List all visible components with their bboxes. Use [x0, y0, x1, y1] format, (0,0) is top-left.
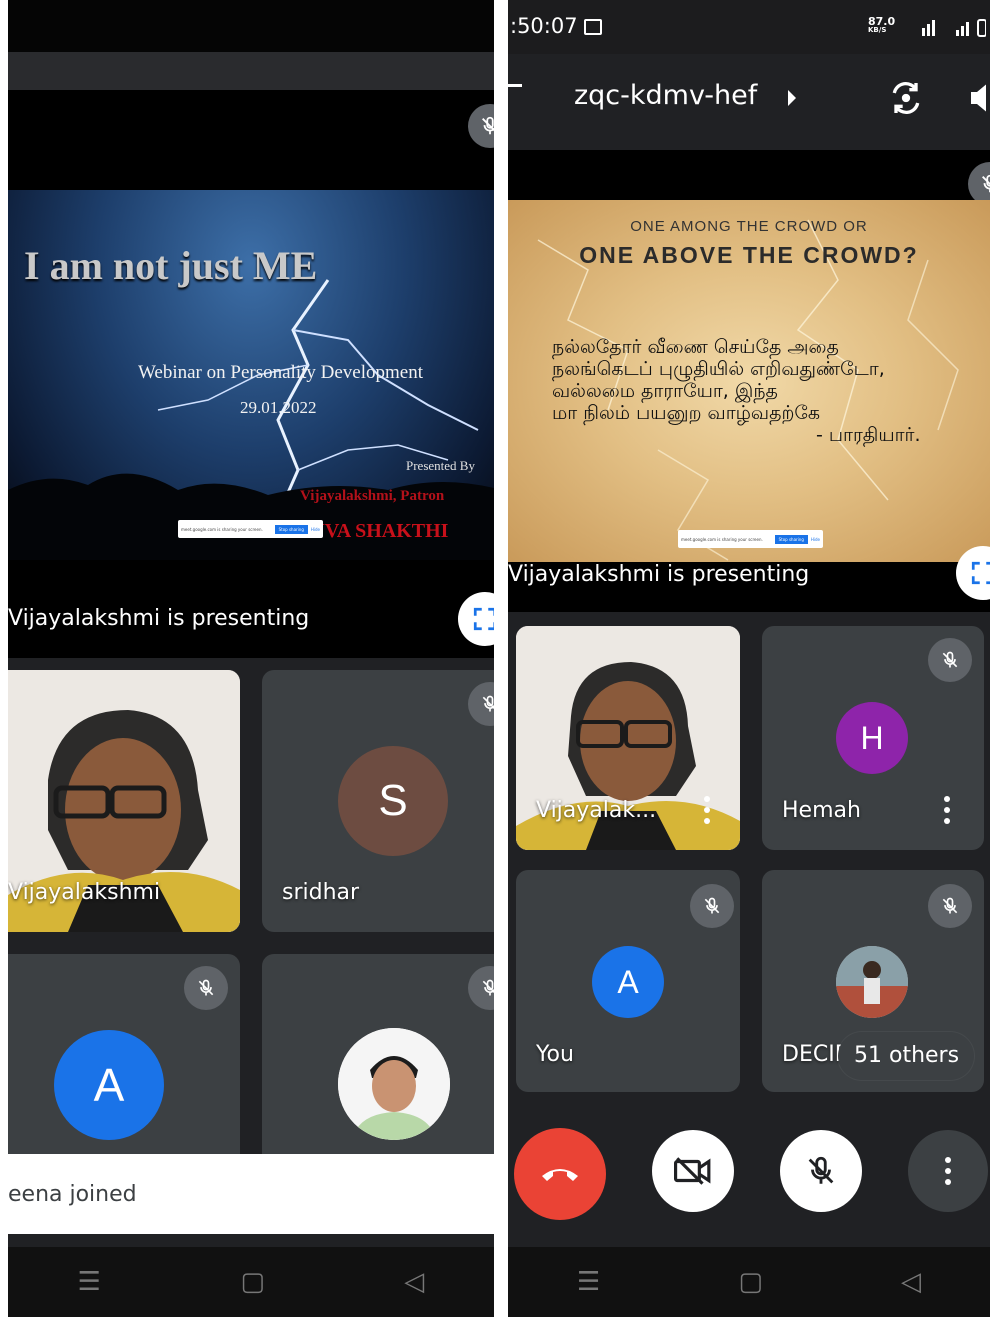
participant-name: sridhar: [282, 880, 360, 905]
status-bar: [8, 0, 494, 52]
meeting-info-icon[interactable]: [788, 90, 796, 106]
profile-photo: [836, 946, 908, 1018]
others-chip[interactable]: 51 others: [838, 1032, 974, 1080]
mic-off-icon: [468, 682, 494, 726]
mic-toggle-button[interactable]: [780, 1130, 862, 1212]
shared-slide: ONE AMONG THE CROWD OR ONE ABOVE THE CRO…: [508, 200, 990, 562]
back-arrow-icon[interactable]: [508, 84, 522, 87]
hide-button[interactable]: Hide: [311, 527, 320, 532]
mic-off-icon: [184, 966, 228, 1010]
participant-tile-hemah[interactable]: H Hemah: [762, 626, 984, 850]
camera-toggle-button[interactable]: [652, 1130, 734, 1212]
status-bar: :50:07 87.0 KB/S: [508, 0, 990, 54]
mic-off-icon: [808, 1156, 834, 1184]
avatar: [836, 946, 908, 1018]
slide-subtitle: Webinar on Personality Development: [138, 362, 423, 383]
participant-name: Vijayalakshmi: [8, 880, 161, 905]
back-icon[interactable]: ◁: [404, 1267, 424, 1297]
home-icon[interactable]: ▢: [738, 1267, 763, 1297]
meeting-header: zqc-kdmv-hef: [508, 54, 990, 150]
slide-line2: ONE ABOVE THE CROWD?: [579, 242, 919, 268]
avatar: H: [836, 702, 908, 774]
avatar: S: [338, 746, 448, 856]
toast-text: eena joined: [8, 1182, 137, 1207]
screen-share-bar: meet.google.com is sharing your screen. …: [178, 520, 323, 538]
poem-line: நல்லதோர் வீணை செய்தே அதை: [552, 336, 839, 358]
avatar: A: [592, 946, 664, 1018]
end-call-icon: [542, 1169, 578, 1181]
slide-date: 29.01.2022: [240, 398, 317, 417]
slide-line1: ONE AMONG THE CROWD OR: [630, 218, 868, 235]
participant-tile-photo[interactable]: [262, 954, 494, 1174]
shared-slide: I am not just ME Webinar on Personality …: [8, 190, 494, 560]
rotate-camera-icon[interactable]: [886, 78, 926, 118]
back-icon[interactable]: ◁: [901, 1267, 921, 1297]
net-speed: 87.0 KB/S: [868, 16, 895, 34]
participant-tile-vijayalakshmi[interactable]: Vijayalak...: [516, 626, 740, 850]
screen-share-bar: meet.google.com is sharing your screen. …: [678, 530, 823, 548]
participant-tile-a[interactable]: A: [8, 954, 240, 1174]
more-icon: [943, 1157, 953, 1185]
participant-name: You: [536, 1042, 574, 1067]
poem-line: வல்லமை தாராயோ, இந்த: [552, 380, 778, 402]
home-icon[interactable]: ▢: [240, 1267, 265, 1297]
participant-tile-sridhar[interactable]: S sridhar: [262, 670, 494, 932]
speaker-icon[interactable]: [968, 80, 990, 116]
meeting-code[interactable]: zqc-kdmv-hef: [574, 80, 757, 111]
share-bar-text: meet.google.com is sharing your screen.: [181, 526, 263, 532]
stop-sharing-button[interactable]: Stop sharing: [774, 534, 808, 544]
menu-icon[interactable]: ☰: [577, 1267, 600, 1297]
left-phone-screen: I am not just ME Webinar on Personality …: [8, 0, 494, 1317]
mic-off-icon: [928, 638, 972, 682]
participant-tile-vijayalakshmi[interactable]: Vijayalakshmi: [8, 670, 240, 932]
more-icon[interactable]: [702, 796, 712, 824]
avatar: A: [54, 1030, 164, 1140]
more-options-button[interactable]: [908, 1130, 988, 1212]
slide-presented-by: Presented By: [406, 458, 475, 473]
more-icon[interactable]: [942, 796, 952, 824]
poem-author: - பாரதியார்.: [816, 424, 921, 446]
presenting-label: Vijayalakshmi is presenting: [8, 606, 310, 631]
others-count: 51 others: [854, 1043, 960, 1068]
join-toast: eena joined: [8, 1154, 494, 1234]
profile-photo: [338, 1028, 450, 1140]
right-phone-screen: :50:07 87.0 KB/S zqc-kdmv-hef ONE AMONG …: [508, 0, 990, 1317]
hide-button[interactable]: Hide: [811, 537, 820, 542]
camera-off-icon: [674, 1157, 711, 1185]
signal-icons: [922, 19, 986, 37]
avatar: [338, 1028, 450, 1140]
clock: :50:07: [510, 14, 578, 38]
menu-icon[interactable]: ☰: [78, 1267, 101, 1297]
share-bar-text: meet.google.com is sharing your screen.: [681, 536, 763, 542]
net-speed-unit: KB/S: [868, 26, 887, 34]
poem-line: நலங்கெடப் புழுதியில் எறிவதுண்டோ,: [552, 358, 885, 380]
slide-title: I am not just ME: [24, 243, 318, 288]
slide-poem: நல்லதோர் வீணை செய்தே அதை நலங்கெடப் புழுத…: [552, 336, 921, 446]
screen-record-icon: [584, 19, 602, 35]
presenting-label: Vijayalakshmi is presenting: [508, 562, 810, 587]
mic-off-icon: [468, 966, 494, 1010]
slide-presenter: Vijayalakshmi, Patron: [300, 488, 445, 504]
participant-tile-you[interactable]: A You: [516, 870, 740, 1092]
participant-name: Vijayalak...: [536, 798, 657, 823]
system-nav-bar: ☰ ▢ ◁: [8, 1247, 494, 1317]
poem-line: மா நிலம் பயனுற வாழ்வதற்கே: [552, 402, 821, 424]
stop-sharing-button[interactable]: Stop sharing: [274, 524, 308, 534]
participant-name: Hemah: [782, 798, 861, 823]
system-nav-bar: ☰ ▢ ◁: [508, 1247, 990, 1317]
mic-off-icon: [928, 884, 972, 928]
app-bar: [8, 52, 494, 90]
end-call-button[interactable]: [514, 1128, 606, 1220]
participant-tile-decid[interactable]: DECID 51 others: [762, 870, 984, 1092]
mic-off-icon: [690, 884, 734, 928]
